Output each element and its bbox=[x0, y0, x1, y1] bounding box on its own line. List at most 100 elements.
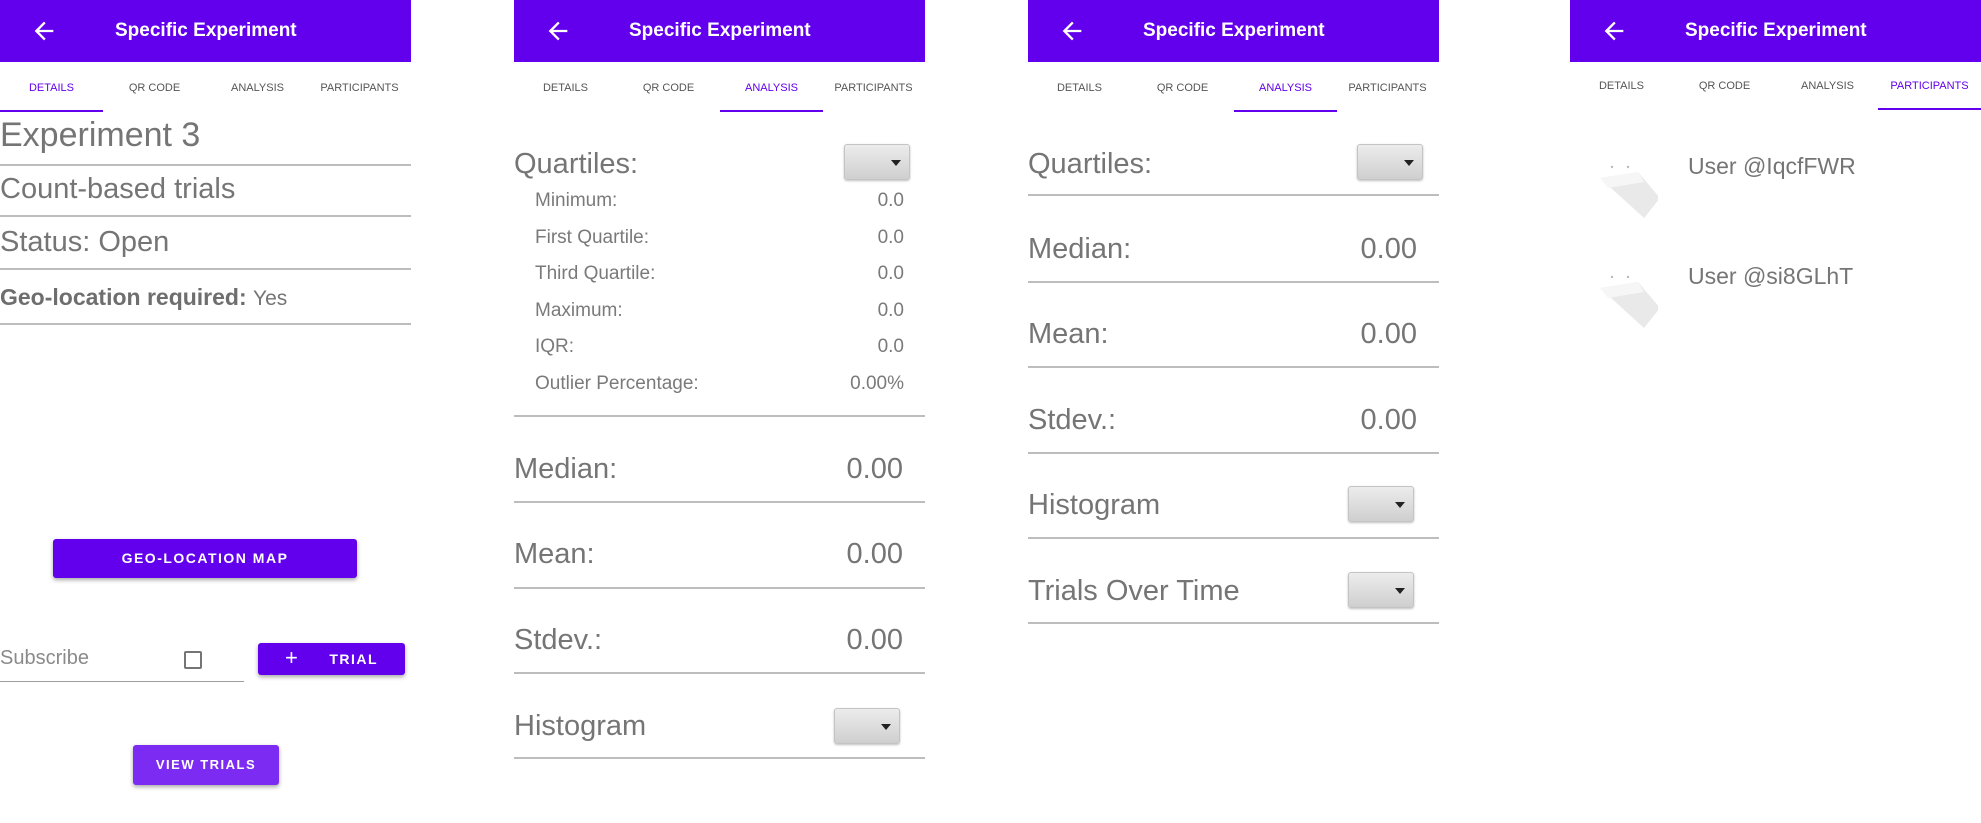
histogram-label: Histogram bbox=[514, 710, 647, 742]
app-bar-title: Specific Experiment bbox=[1143, 20, 1325, 41]
tab-analysis[interactable]: ANALYSIS bbox=[720, 62, 823, 112]
experiment-type: Count-based trials bbox=[0, 173, 236, 205]
add-trial-button[interactable]: + TRIAL bbox=[258, 643, 405, 675]
arrow-left-icon[interactable] bbox=[1600, 17, 1628, 45]
outlier-percentage-value: 0.00% bbox=[850, 373, 904, 394]
mean-label: Mean: bbox=[1028, 318, 1109, 350]
minimum-value: 0.0 bbox=[877, 190, 904, 211]
divider bbox=[514, 672, 925, 674]
first-quartile-value: 0.0 bbox=[877, 227, 904, 248]
median-label: Median: bbox=[1028, 233, 1132, 265]
tab-bar: DETAILS QR CODE ANALYSIS PARTICIPANTS bbox=[1570, 62, 1981, 112]
analysis-expanded-screen: Specific Experiment DETAILS QR CODE ANAL… bbox=[514, 0, 925, 823]
divider bbox=[1028, 537, 1439, 539]
histogram-dropdown[interactable] bbox=[834, 708, 900, 744]
user-avatar-icon bbox=[1600, 275, 1658, 328]
tab-qr-code[interactable]: QR CODE bbox=[103, 62, 206, 112]
divider bbox=[0, 323, 411, 325]
tab-details[interactable]: DETAILS bbox=[1570, 62, 1673, 110]
subscribe-label: Subscribe bbox=[0, 647, 89, 669]
subscribe-underline bbox=[0, 681, 244, 682]
participants-screen: Specific Experiment DETAILS QR CODE ANAL… bbox=[1570, 0, 1981, 823]
arrow-left-icon[interactable] bbox=[544, 17, 572, 45]
mean-value: 0.00 bbox=[846, 538, 903, 570]
maximum-value: 0.0 bbox=[877, 300, 904, 321]
stdev-value: 0.00 bbox=[846, 624, 903, 656]
view-trials-button[interactable]: VIEW TRIALS bbox=[133, 745, 279, 785]
geo-location-requirement: Geo-location required: Yes bbox=[0, 284, 287, 311]
tab-details[interactable]: DETAILS bbox=[514, 62, 617, 112]
app-bar: Specific Experiment bbox=[1028, 0, 1439, 62]
first-quartile-label: First Quartile: bbox=[535, 227, 650, 248]
third-quartile-label: Third Quartile: bbox=[535, 263, 656, 284]
tab-qr-code[interactable]: QR CODE bbox=[1673, 62, 1776, 110]
geo-location-value: Yes bbox=[253, 287, 288, 310]
iqr-label: IQR: bbox=[535, 336, 575, 357]
divider bbox=[1028, 452, 1439, 454]
divider bbox=[1028, 622, 1439, 624]
histogram-dropdown[interactable] bbox=[1348, 486, 1414, 522]
histogram-label: Histogram bbox=[1028, 489, 1161, 521]
user-avatar-icon bbox=[1600, 165, 1658, 218]
maximum-label: Maximum: bbox=[535, 300, 623, 321]
app-bar-title: Specific Experiment bbox=[629, 20, 811, 41]
tab-bar: DETAILS QR CODE ANALYSIS PARTICIPANTS bbox=[514, 62, 925, 112]
median-label: Median: bbox=[514, 453, 618, 485]
tab-participants[interactable]: PARTICIPANTS bbox=[1878, 62, 1981, 110]
tab-bar: DETAILS QR CODE ANALYSIS PARTICIPANTS bbox=[1028, 62, 1439, 112]
details-screen: Specific Experiment DETAILS QR CODE ANAL… bbox=[0, 0, 411, 823]
stdev-label: Stdev.: bbox=[1028, 404, 1117, 436]
quartiles-label: Quartiles: bbox=[1028, 148, 1153, 180]
app-bar: Specific Experiment bbox=[514, 0, 925, 62]
divider bbox=[0, 268, 411, 270]
tab-participants[interactable]: PARTICIPANTS bbox=[1336, 62, 1439, 112]
tab-details[interactable]: DETAILS bbox=[0, 62, 103, 112]
divider bbox=[1028, 194, 1439, 196]
subscribe-checkbox[interactable] bbox=[184, 651, 202, 669]
tab-bar: DETAILS QR CODE ANALYSIS PARTICIPANTS bbox=[0, 62, 411, 112]
quartiles-label: Quartiles: bbox=[514, 148, 639, 180]
arrow-left-icon[interactable] bbox=[30, 17, 58, 45]
add-trial-label: TRIAL bbox=[329, 651, 379, 667]
quartiles-dropdown[interactable] bbox=[1357, 144, 1423, 180]
experiment-status: Status: Open bbox=[0, 226, 170, 258]
mean-label: Mean: bbox=[514, 538, 595, 570]
mean-value: 0.00 bbox=[1360, 318, 1417, 350]
experiment-title: Experiment 3 bbox=[0, 116, 201, 154]
tab-analysis[interactable]: ANALYSIS bbox=[1234, 62, 1337, 112]
stdev-value: 0.00 bbox=[1360, 404, 1417, 436]
tab-participants[interactable]: PARTICIPANTS bbox=[822, 62, 925, 112]
analysis-collapsed-screen: Specific Experiment DETAILS QR CODE ANAL… bbox=[1028, 0, 1439, 823]
tab-qr-code[interactable]: QR CODE bbox=[617, 62, 720, 112]
geo-location-map-button[interactable]: GEO-LOCATION MAP bbox=[53, 539, 357, 578]
stdev-label: Stdev.: bbox=[514, 624, 603, 656]
tab-qr-code[interactable]: QR CODE bbox=[1131, 62, 1234, 112]
divider bbox=[1028, 281, 1439, 283]
participant-name[interactable]: User @si8GLhT bbox=[1688, 263, 1853, 290]
divider bbox=[514, 587, 925, 589]
quartiles-dropdown[interactable] bbox=[844, 144, 910, 180]
iqr-value: 0.0 bbox=[877, 336, 904, 357]
tab-participants[interactable]: PARTICIPANTS bbox=[308, 62, 411, 112]
trials-over-time-dropdown[interactable] bbox=[1348, 572, 1414, 608]
plus-icon: + bbox=[284, 645, 300, 670]
app-bar: Specific Experiment bbox=[1570, 0, 1981, 62]
app-bar-title: Specific Experiment bbox=[1685, 20, 1867, 41]
participant-name[interactable]: User @IqcfFWR bbox=[1688, 153, 1856, 180]
third-quartile-value: 0.0 bbox=[877, 263, 904, 284]
app-bar-title: Specific Experiment bbox=[115, 20, 297, 41]
tab-analysis[interactable]: ANALYSIS bbox=[206, 62, 309, 112]
divider bbox=[0, 164, 411, 166]
divider bbox=[0, 215, 411, 217]
tab-analysis[interactable]: ANALYSIS bbox=[1776, 62, 1879, 110]
divider bbox=[1028, 366, 1439, 368]
median-value: 0.00 bbox=[1360, 233, 1417, 265]
tab-details[interactable]: DETAILS bbox=[1028, 62, 1131, 112]
minimum-label: Minimum: bbox=[535, 190, 618, 211]
median-value: 0.00 bbox=[846, 453, 903, 485]
trials-over-time-label: Trials Over Time bbox=[1028, 575, 1240, 607]
divider bbox=[514, 415, 925, 417]
divider bbox=[514, 757, 925, 759]
geo-location-label: Geo-location required: bbox=[0, 284, 247, 310]
arrow-left-icon[interactable] bbox=[1058, 17, 1086, 45]
